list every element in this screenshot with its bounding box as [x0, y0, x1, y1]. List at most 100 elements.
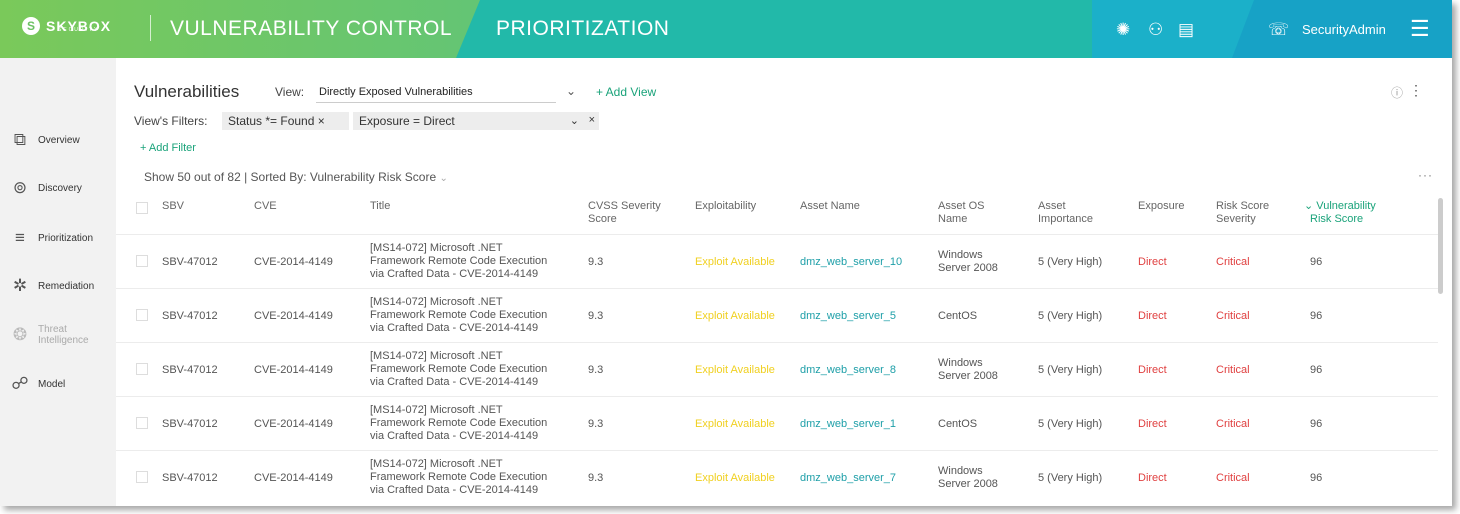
cell-cve: CVE-2014-4149 [254, 256, 333, 268]
cell-title: [MS14-072] Microsoft .NET Framework Remot… [370, 458, 548, 496]
cell-asset-os: CentOS [938, 418, 978, 430]
table-row[interactable]: SBV-47012 CVE-2014-4149 [MS14-072] Microso… [116, 450, 1438, 504]
vertical-scrollbar[interactable] [1438, 198, 1443, 294]
clipboard-icon[interactable]: ▤ [1178, 20, 1194, 40]
cell-exploitability: Exploit Available [695, 256, 775, 268]
cell-asset-name[interactable]: dmz_web_server_1 [800, 418, 896, 431]
user-badge-icon[interactable]: ⚇ [1148, 20, 1163, 40]
row-checkbox[interactable] [136, 309, 148, 321]
filters-label: View's Filters: [134, 114, 208, 128]
col-header-asset-name[interactable]: Asset Name [800, 200, 860, 213]
cell-exploitability: Exploit Available [695, 472, 775, 484]
cell-cve: CVE-2014-4149 [254, 472, 333, 484]
cell-asset-importance: 5 (Very High) [1038, 472, 1103, 484]
cell-risk-severity: Critical [1216, 310, 1250, 322]
cell-exploitability: Exploit Available [695, 364, 775, 376]
row-checkbox[interactable] [136, 363, 148, 375]
cell-cvss: 9.3 [588, 310, 604, 322]
sidebar-item-model[interactable]: ☍ Model [8, 374, 65, 394]
col-header-asset-os[interactable]: Asset OS Name [938, 200, 984, 226]
chevron-down-icon[interactable]: ⌄ [440, 173, 448, 184]
sidebar-item-overview[interactable]: ⧉ Overview [8, 130, 80, 150]
cell-asset-name[interactable]: dmz_web_server_5 [800, 310, 896, 323]
main-content: Vulnerabilities View: Directly Exposed V… [116, 58, 1452, 506]
view-label: View: [275, 85, 305, 99]
table-row[interactable]: SBV-47012 CVE-2014-4149 [MS14-072] Microso… [116, 234, 1438, 288]
cell-exposure: Direct [1138, 310, 1167, 322]
cell-cvss: 9.3 [588, 418, 604, 430]
cell-risk-severity: Critical [1216, 256, 1250, 268]
col-header-title[interactable]: Title [370, 200, 390, 213]
col-header-cve[interactable]: CVE [254, 200, 277, 213]
col-header-sbv[interactable]: SBV [162, 200, 184, 213]
sidebar-item-discovery[interactable]: ⊚ Discovery [8, 178, 82, 198]
kebab-menu-icon[interactable]: ⋮ [1409, 82, 1423, 99]
col-header-cvss[interactable]: CVSS Severity Score [588, 200, 661, 226]
sidebar-item-remediation[interactable]: ✲ Remediation [8, 276, 94, 296]
bug-icon[interactable]: ✺ [1116, 20, 1130, 40]
chevron-down-icon[interactable]: ⌄ [570, 114, 579, 127]
cell-asset-name[interactable]: dmz_web_server_7 [800, 472, 896, 485]
table-row[interactable]: SBV-47012 CVE-2014-4149 [MS14-072] Microso… [116, 342, 1438, 396]
row-checkbox[interactable] [136, 417, 148, 429]
col-header-exploitability[interactable]: Exploitability [695, 200, 756, 213]
cell-cvss: 9.3 [588, 364, 604, 376]
cell-exposure: Direct [1138, 418, 1167, 430]
cell-sbv: SBV-47012 [162, 472, 218, 484]
table-row[interactable]: SBV-47012 CVE-2014-4149 [MS14-072] Microso… [116, 288, 1438, 342]
col-header-asset-importance[interactable]: Asset Importance [1038, 200, 1093, 226]
cell-exposure: Direct [1138, 256, 1167, 268]
cell-exploitability: Exploit Available [695, 310, 775, 322]
chat-icon[interactable]: ☏ [1268, 20, 1289, 40]
table-header: SBV CVE Title CVSS Severity Score Exploi… [116, 196, 1438, 234]
table-row[interactable]: SBV-47012 CVE-2014-4149 [MS14-072] Microso… [116, 396, 1438, 450]
cell-title: [MS14-072] Microsoft .NET Framework Remot… [370, 350, 548, 388]
more-options-icon[interactable]: ··· [1418, 168, 1433, 182]
cell-cvss: 9.3 [588, 256, 604, 268]
cell-risk-severity: Critical [1216, 472, 1250, 484]
col-header-risk-score[interactable]: ⌄ Vulnerability Risk Score [1304, 200, 1376, 226]
binoculars-icon: ⊚ [12, 178, 28, 197]
sidebar-item-threat-intelligence[interactable]: ❂ Threat Intelligence [8, 324, 89, 346]
filter-chip-status[interactable]: Status *= Found × [222, 112, 349, 130]
cell-risk-score: 96 [1310, 364, 1323, 376]
cell-sbv: SBV-47012 [162, 418, 218, 430]
results-summary[interactable]: Show 50 out of 82 | Sorted By: Vulnerabi… [144, 170, 448, 184]
top-bar: S SKYBOX SECURITY VULNERABILITY CONTROL … [0, 0, 1452, 58]
col-header-risk-severity[interactable]: Risk Score Severity [1216, 200, 1269, 226]
close-icon[interactable]: × [318, 114, 325, 128]
remediation-icon: ✲ [12, 276, 28, 295]
cell-asset-name[interactable]: dmz_web_server_10 [800, 256, 902, 269]
cell-exposure: Direct [1138, 472, 1167, 484]
cell-asset-os: Windows Server 2008 [938, 357, 998, 382]
cell-cvss: 9.3 [588, 472, 604, 484]
chevron-down-icon[interactable]: ⌄ [566, 84, 576, 98]
view-select[interactable]: Directly Exposed Vulnerabilities [319, 86, 473, 98]
filter-chip-exposure[interactable]: Exposure = Direct ⌄ × [353, 112, 599, 130]
cell-cve: CVE-2014-4149 [254, 418, 333, 430]
sidebar-item-prioritization[interactable]: ≡ Prioritization [8, 228, 93, 248]
cell-risk-score: 96 [1310, 256, 1323, 268]
user-name[interactable]: SecurityAdmin [1302, 22, 1386, 37]
cell-asset-importance: 5 (Very High) [1038, 418, 1103, 430]
cell-asset-os: Windows Server 2008 [938, 249, 998, 274]
cell-asset-importance: 5 (Very High) [1038, 364, 1103, 376]
add-filter-button[interactable]: + Add Filter [140, 142, 196, 154]
sort-list-icon: ≡ [15, 228, 25, 247]
skybox-logo-icon: S [22, 17, 40, 35]
cell-asset-os: CentOS [938, 310, 978, 322]
section-title: PRIORITIZATION [496, 17, 670, 40]
cell-title: [MS14-072] Microsoft .NET Framework Remot… [370, 296, 548, 334]
row-checkbox[interactable] [136, 471, 148, 483]
help-icon[interactable]: ⓘ [1391, 84, 1403, 101]
add-view-button[interactable]: + Add View [596, 85, 656, 99]
col-header-exposure[interactable]: Exposure [1138, 200, 1184, 213]
menu-icon[interactable]: ☰ [1410, 16, 1430, 42]
globe-icon: ❂ [12, 325, 28, 344]
select-all-checkbox[interactable] [136, 202, 148, 214]
cell-asset-name[interactable]: dmz_web_server_8 [800, 364, 896, 377]
row-checkbox[interactable] [136, 255, 148, 267]
close-icon[interactable]: × [589, 114, 595, 126]
app-window: S SKYBOX SECURITY VULNERABILITY CONTROL … [0, 0, 1452, 506]
cell-sbv: SBV-47012 [162, 364, 218, 376]
